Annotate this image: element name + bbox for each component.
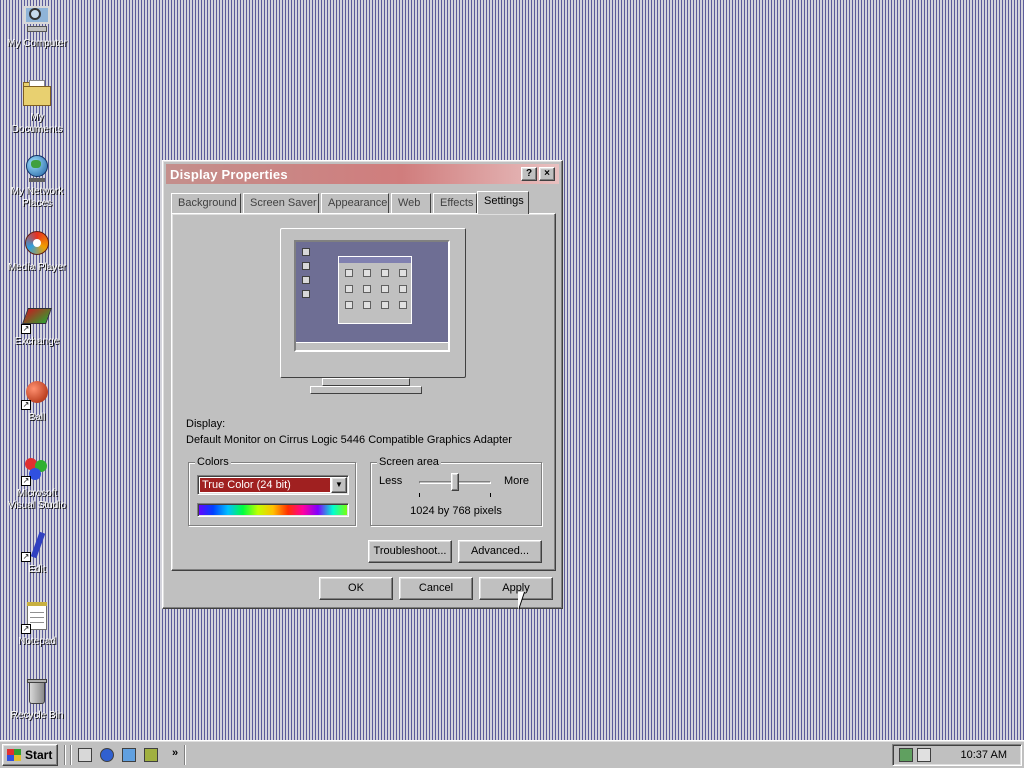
windows-logo-icon <box>7 749 21 761</box>
preview-window <box>338 256 412 324</box>
media-icon[interactable] <box>142 746 160 764</box>
desktop-icon-label: Exchange <box>14 336 60 347</box>
notepad-icon: ↗ <box>21 602 53 634</box>
slider-less-label: Less <box>379 475 403 487</box>
start-button[interactable]: Start <box>2 744 58 766</box>
taskbar-separator <box>64 745 66 765</box>
preview-desktop-icon <box>302 290 310 298</box>
display-adapter-value: Default Monitor on Cirrus Logic 5446 Com… <box>186 434 512 446</box>
tab-web[interactable]: Web <box>391 193 431 213</box>
colors-selected-value: True Color (24 bit) <box>200 478 330 492</box>
desktop-icon-visual-studio[interactable]: ↗ Microsoft Visual Studio <box>4 454 70 512</box>
clock[interactable]: 10:37 AM <box>961 749 1007 761</box>
desktop-icon-label: Ball <box>28 412 46 423</box>
desktop-icon-notepad[interactable]: ↗ Notepad <box>4 602 70 648</box>
taskbar-separator <box>70 745 72 765</box>
tab-settings[interactable]: Settings <box>477 191 529 214</box>
desktop-icon-my-documents[interactable]: My Documents <box>4 78 70 136</box>
desktop-icon-label: Recycle Bin <box>10 710 64 721</box>
tab-effects[interactable]: Effects <box>433 193 477 213</box>
outlook-express-icon[interactable] <box>120 746 138 764</box>
folder-icon <box>21 78 53 110</box>
display-properties-dialog: Display Properties ? × Background Screen… <box>162 160 563 609</box>
desktop-icon-label: Microsoft Visual Studio <box>7 488 67 511</box>
visual-studio-icon: ↗ <box>21 454 53 486</box>
settings-tab-panel: Display: Default Monitor on Cirrus Logic… <box>171 213 556 571</box>
monitor-neck <box>322 378 410 386</box>
show-desktop-icon[interactable] <box>76 746 94 764</box>
monitor-foot <box>310 386 422 394</box>
desktop-icon-label: My Computer <box>6 38 67 49</box>
ok-button[interactable]: OK <box>319 577 393 600</box>
help-button[interactable]: ? <box>521 167 537 181</box>
screen-area-group: Screen area Less More 1024 by 768 pixels <box>370 456 542 526</box>
start-label: Start <box>25 748 53 762</box>
desktop-icon-media-player[interactable]: Media Player <box>4 228 70 274</box>
colors-group: Colors True Color (24 bit) ▼ <box>188 456 356 526</box>
ball-icon: ↗ <box>21 378 53 410</box>
screen-area-group-label: Screen area <box>377 456 441 468</box>
desktop-icon-label: Media Player <box>7 262 67 273</box>
resolution-slider-thumb[interactable] <box>451 473 459 491</box>
tab-screen-saver[interactable]: Screen Saver <box>243 193 319 213</box>
troubleshoot-button[interactable]: Troubleshoot... <box>368 540 452 563</box>
monitor-preview-screen <box>294 240 450 352</box>
quick-launch-chevron[interactable]: » <box>172 747 178 759</box>
taskbar-separator <box>184 745 186 765</box>
monitor-preview <box>280 228 466 378</box>
display-label: Display: <box>186 418 226 430</box>
network-tray-icon[interactable] <box>899 748 913 762</box>
preview-desktop-icon <box>302 262 310 270</box>
desktop-icon-exchange[interactable]: ↗ Exchange <box>4 302 70 348</box>
chevron-down-icon[interactable]: ▼ <box>331 477 347 493</box>
preview-desktop-icon <box>302 248 310 256</box>
desktop-icon-label: Edit <box>28 564 46 575</box>
desktop-icon-ball[interactable]: ↗ Ball <box>4 378 70 424</box>
tab-background[interactable]: Background <box>171 193 241 213</box>
cancel-button[interactable]: Cancel <box>399 577 473 600</box>
slider-more-label: More <box>503 475 529 487</box>
desktop-icon-my-computer[interactable]: My Computer <box>4 4 70 50</box>
tab-appearance[interactable]: Appearance <box>321 193 389 213</box>
desktop-icon-label: Notepad <box>18 636 56 647</box>
advanced-button[interactable]: Advanced... <box>458 540 542 563</box>
mouse-cursor-icon <box>518 592 524 610</box>
close-button[interactable]: × <box>539 167 555 181</box>
desktop-icon-recycle-bin[interactable]: Recycle Bin <box>4 676 70 722</box>
desktop-icon-my-network-places[interactable]: My Network Places <box>4 152 70 210</box>
network-globe-icon <box>21 152 53 184</box>
dialog-title-bar[interactable]: Display Properties ? × <box>166 164 559 184</box>
slider-ticks <box>419 493 491 497</box>
desktop-icon-label: My Documents <box>11 112 63 135</box>
dialog-title: Display Properties <box>170 167 288 182</box>
colors-dropdown[interactable]: True Color (24 bit) ▼ <box>197 475 349 495</box>
internet-explorer-icon[interactable] <box>98 746 116 764</box>
media-player-icon <box>21 228 53 260</box>
preview-desktop-icon <box>302 276 310 284</box>
color-spectrum-bar <box>197 503 349 517</box>
my-computer-icon <box>21 4 53 36</box>
preview-taskbar <box>296 342 448 350</box>
system-tray: 10:37 AM <box>892 744 1022 766</box>
pencil-icon: ↗ <box>21 530 53 562</box>
recycle-bin-icon <box>21 676 53 708</box>
taskbar: Start » 10:37 AM <box>0 740 1024 768</box>
resolution-text: 1024 by 768 pixels <box>410 505 502 517</box>
apply-button[interactable]: Apply <box>479 577 553 600</box>
desktop-icon-label: My Network Places <box>10 186 64 209</box>
colors-group-label: Colors <box>195 456 231 468</box>
volume-tray-icon[interactable] <box>917 748 931 762</box>
exchange-icon: ↗ <box>21 302 53 334</box>
desktop-icon-edit[interactable]: ↗ Edit <box>4 530 70 576</box>
